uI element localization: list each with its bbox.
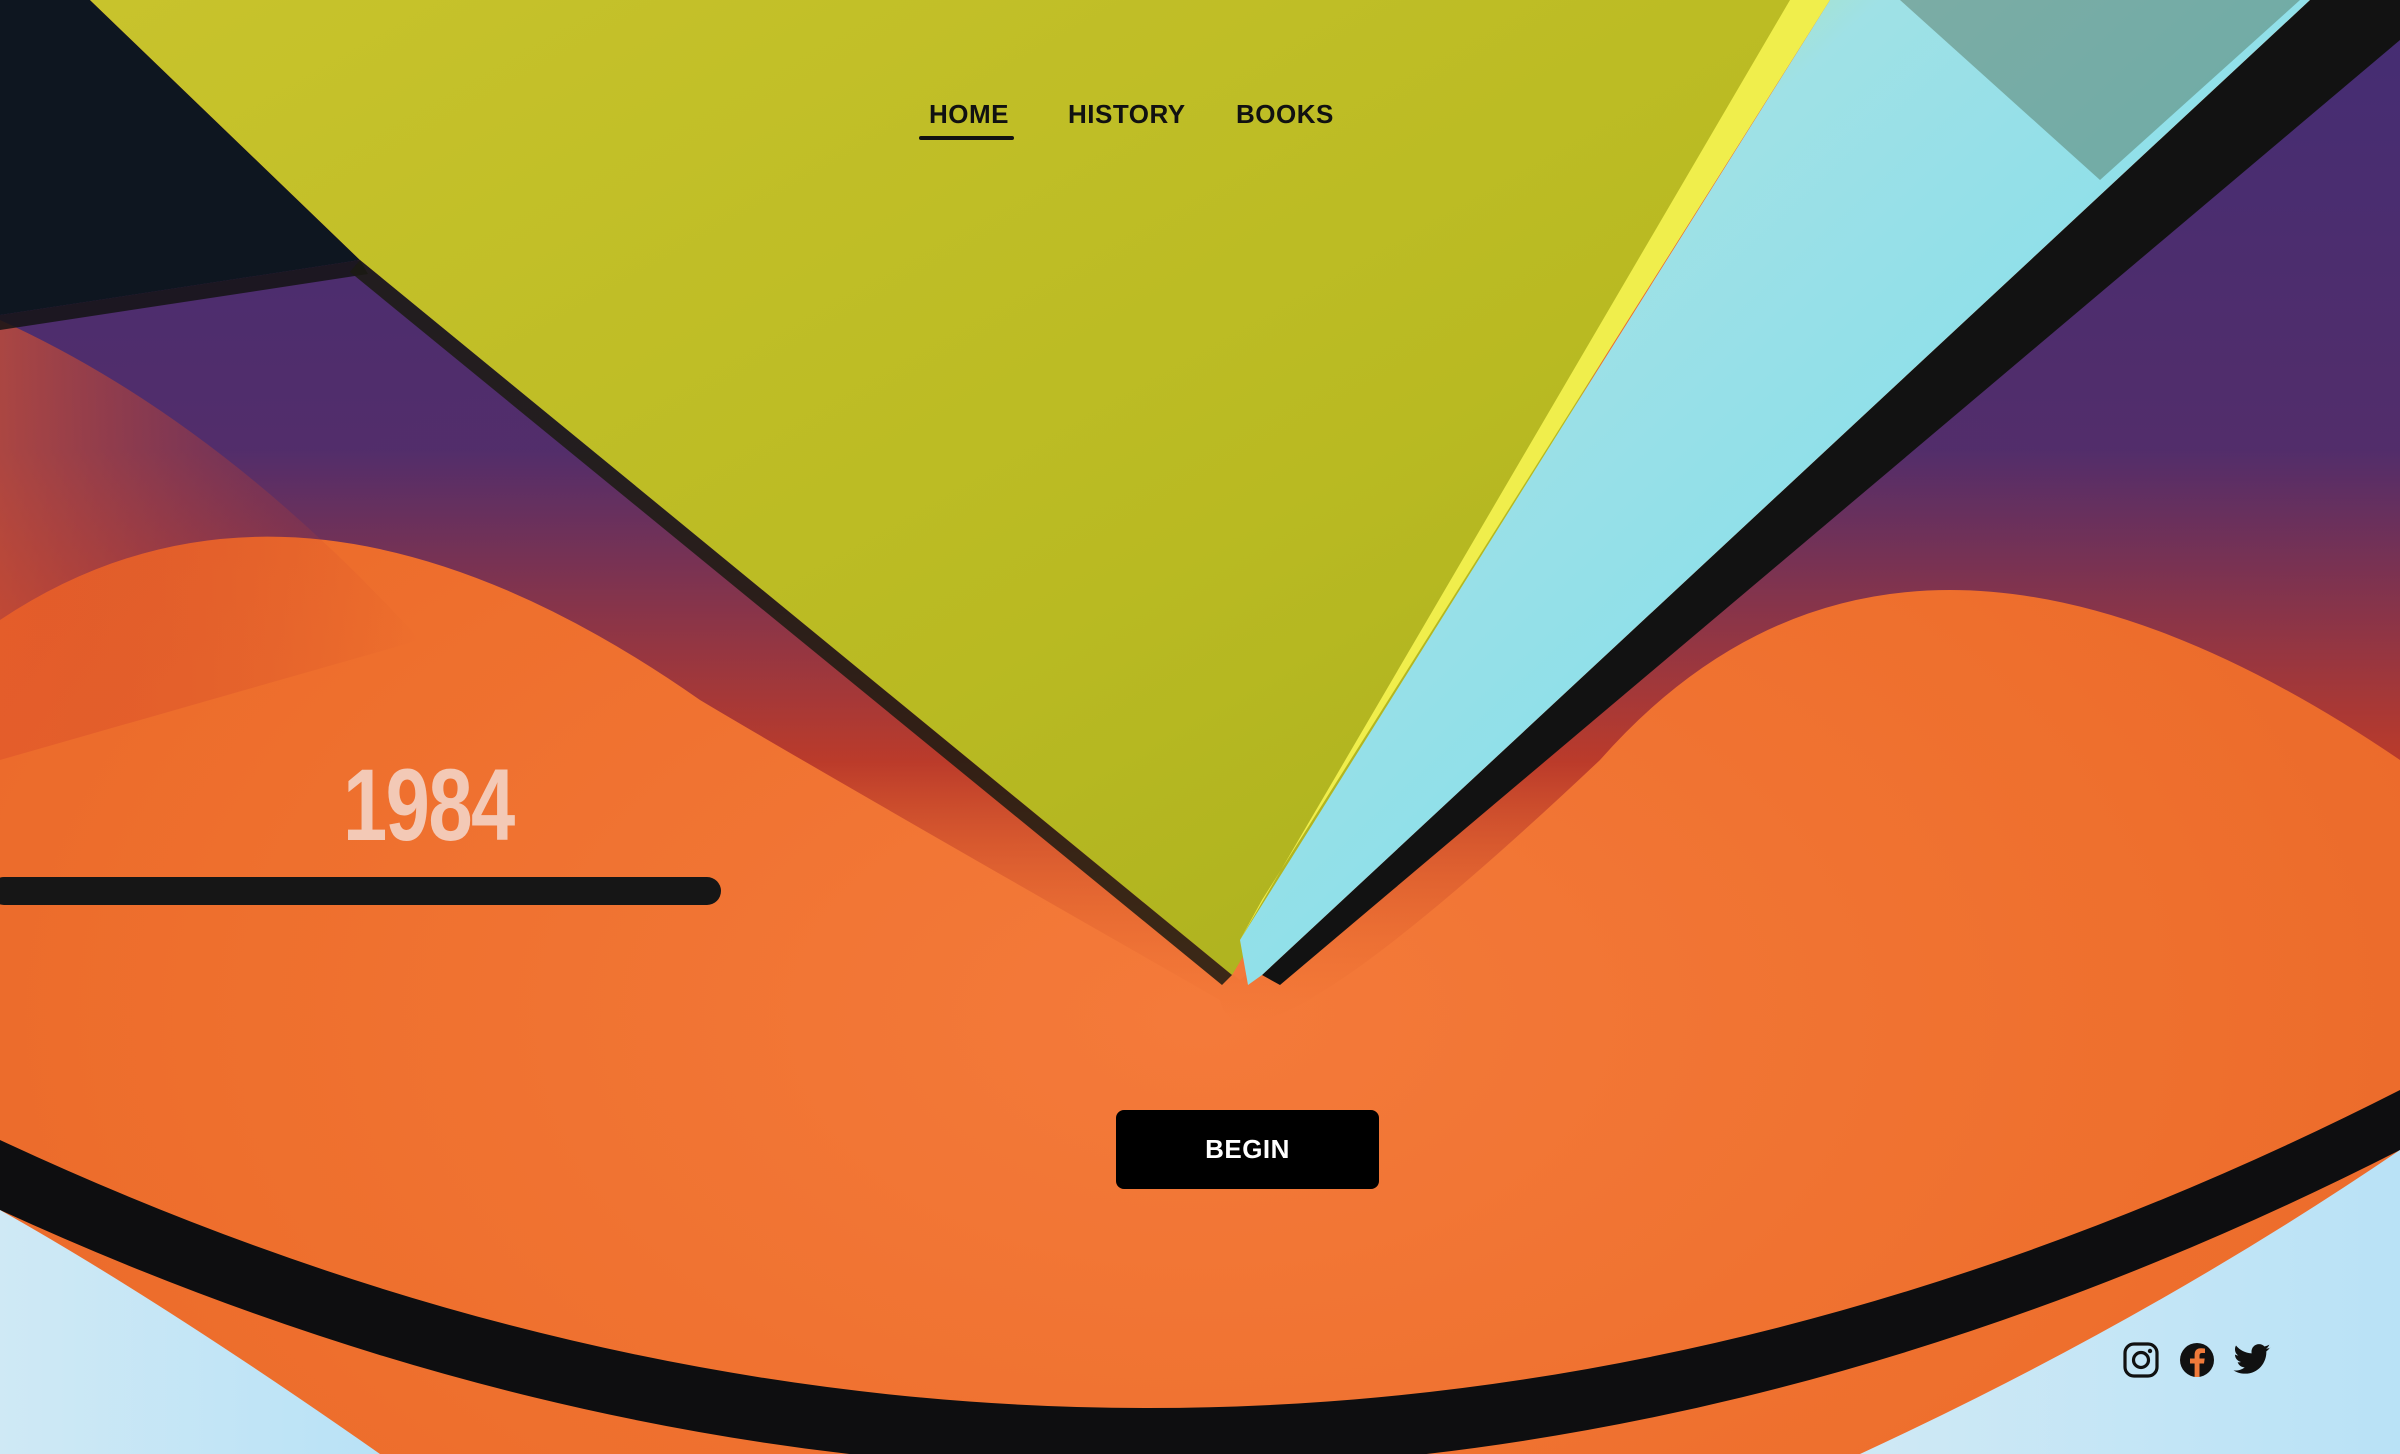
home-page: HOME HISTORY BOOKS 1984 BEGIN xyxy=(0,0,2400,1454)
graffiti-background xyxy=(0,0,2400,1454)
active-nav-indicator xyxy=(919,136,1014,140)
begin-button[interactable]: BEGIN xyxy=(1116,1110,1379,1189)
instagram-icon[interactable] xyxy=(2121,1340,2161,1380)
nav-item-home[interactable]: HOME xyxy=(929,96,1009,132)
facebook-icon[interactable] xyxy=(2177,1340,2217,1380)
nav-item-books[interactable]: BOOKS xyxy=(1236,96,1334,132)
twitter-icon[interactable] xyxy=(2232,1340,2272,1380)
main-nav: HOME HISTORY BOOKS xyxy=(0,96,2400,156)
timeline-bar xyxy=(0,877,721,905)
nav-item-history[interactable]: HISTORY xyxy=(1068,96,1186,132)
hero-year: 1984 xyxy=(343,748,515,862)
